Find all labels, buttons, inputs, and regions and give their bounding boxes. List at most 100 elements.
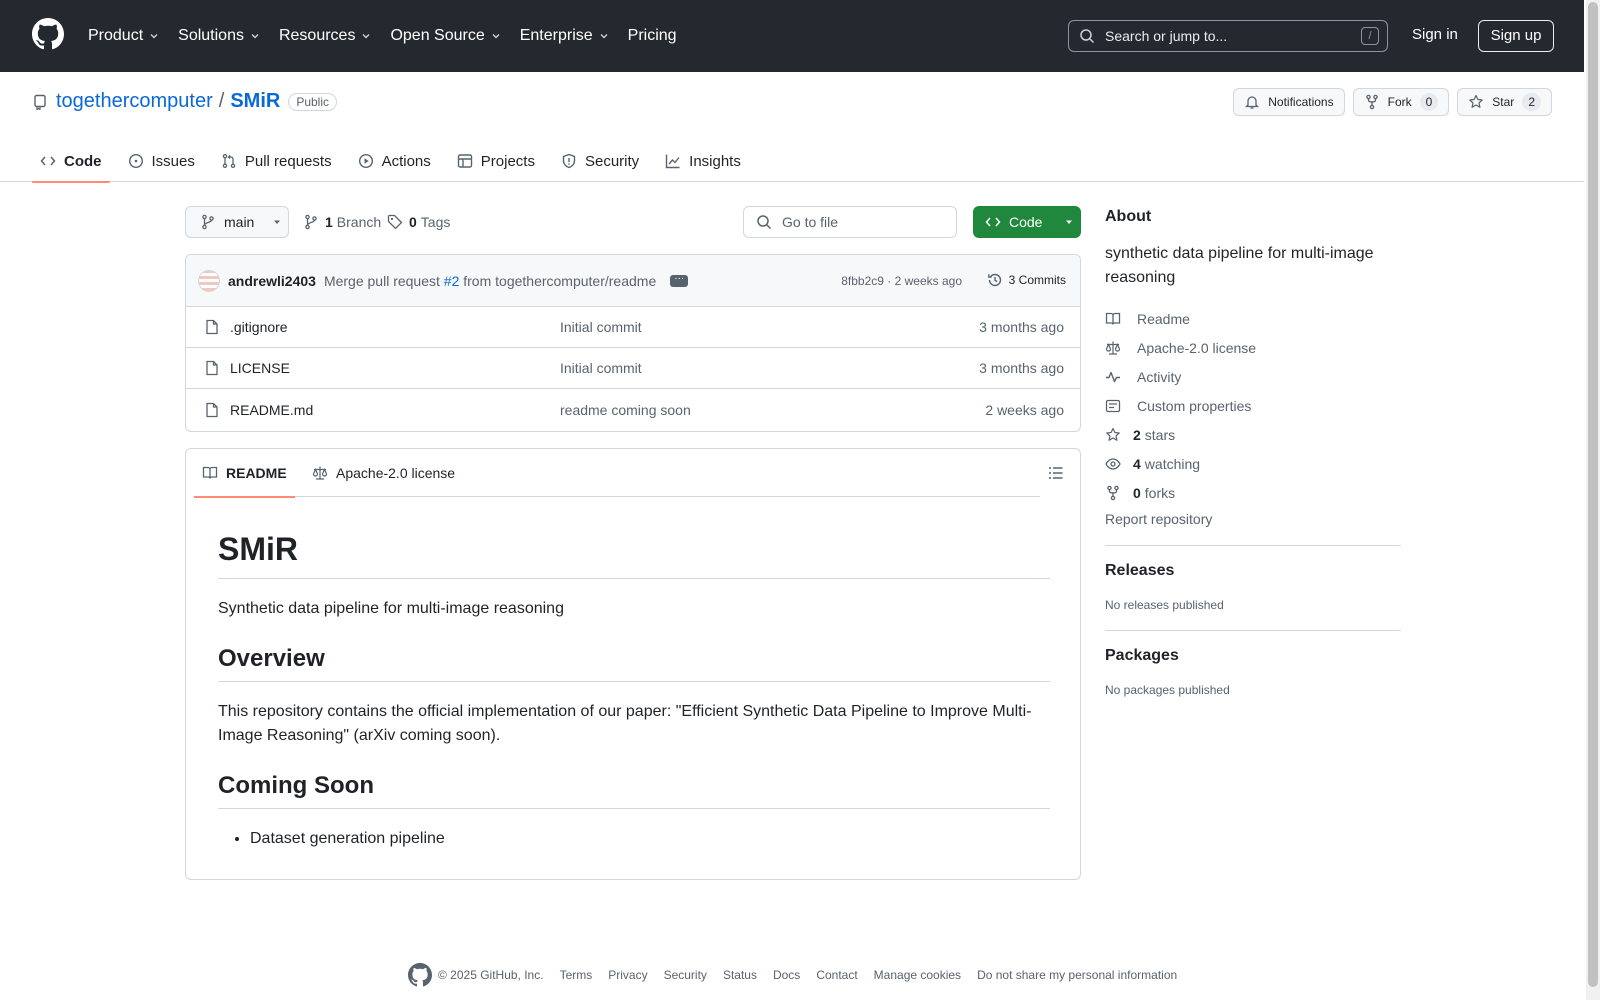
file-icon <box>206 360 218 376</box>
go-to-file-input[interactable]: Go to file <box>743 206 957 238</box>
tab-label: Pull requests <box>244 152 332 170</box>
file-commit-message[interactable]: readme coming soon <box>560 402 691 418</box>
scrollbar-thumb[interactable] <box>1588 2 1598 987</box>
link-text: Custom properties <box>1137 397 1252 414</box>
file-name-link[interactable]: LICENSE <box>230 360 290 376</box>
footer-link-do-not-share[interactable]: Do not share my personal information <box>977 968 1177 982</box>
footer-link-terms[interactable]: Terms <box>560 968 593 982</box>
fork-button[interactable]: Fork 0 <box>1352 88 1450 116</box>
branch-icon <box>202 214 214 230</box>
footer-link-security[interactable]: Security <box>664 968 707 982</box>
tab-readme[interactable]: README <box>194 449 295 498</box>
outline-list-icon[interactable] <box>1048 465 1064 481</box>
branches-link[interactable]: 1 Branch <box>303 214 381 230</box>
tab-label: Issues <box>151 152 195 170</box>
tab-label: Insights <box>689 152 741 170</box>
file-row[interactable]: LICENSE Initial commit 3 months ago <box>186 348 1080 389</box>
nav-open-source[interactable]: Open Source <box>390 27 501 45</box>
tab-issues[interactable]: Issues <box>120 140 203 182</box>
star-count: 2 <box>1522 93 1541 111</box>
footer-link-docs[interactable]: Docs <box>773 968 800 982</box>
file-commit-message[interactable]: Initial commit <box>560 360 642 376</box>
link-text: Activity <box>1137 368 1182 385</box>
notifications-button[interactable]: Notifications <box>1233 88 1345 116</box>
link-text: stars <box>1144 426 1176 443</box>
tab-actions[interactable]: Actions <box>350 140 439 182</box>
nav-pricing[interactable]: Pricing <box>628 27 677 45</box>
readme-intro: Synthetic data pipeline for multi-image … <box>218 600 564 617</box>
readme-heading-overview: Overview <box>218 645 1050 682</box>
nav-enterprise[interactable]: Enterprise <box>520 27 610 45</box>
tab-security[interactable]: Security <box>553 140 647 182</box>
readme-coming-list: Dataset generation pipeline <box>250 827 1050 851</box>
report-repository-link[interactable]: Report repository <box>1105 511 1401 527</box>
tab-license[interactable]: Apache-2.0 license <box>304 449 463 497</box>
tab-label: Security <box>584 152 640 170</box>
divider <box>1105 630 1401 631</box>
footer-link-privacy[interactable]: Privacy <box>608 968 647 982</box>
stars-link[interactable]: 2 stars <box>1105 420 1401 449</box>
tab-projects[interactable]: Projects <box>449 140 543 182</box>
nav-label: Enterprise <box>519 27 593 44</box>
tag-count-label: Tags <box>420 214 451 230</box>
avatar[interactable] <box>198 269 220 292</box>
chevron-down-icon <box>251 34 259 39</box>
about-sidebar: About synthetic data pipeline for multi-… <box>1105 208 1401 697</box>
search-shortcut-hint: / <box>1361 27 1379 45</box>
tab-label: README <box>226 465 287 481</box>
custom-properties-link[interactable]: Custom properties <box>1105 391 1401 420</box>
pull-request-icon <box>222 153 236 169</box>
forks-link[interactable]: 0 forks <box>1105 478 1401 507</box>
github-logo-icon[interactable] <box>32 18 64 50</box>
commit-message-prefix[interactable]: Merge pull request <box>324 273 440 289</box>
star-icon <box>1106 427 1120 441</box>
commit-message-suffix[interactable]: from togethercomputer/readme <box>463 273 656 289</box>
expand-commit-message-button[interactable]: ··· <box>670 273 689 287</box>
tags-link[interactable]: 0 Tags <box>387 214 450 230</box>
commits-history-link[interactable]: 3 Commits <box>987 272 1066 288</box>
tab-code[interactable]: Code <box>32 140 110 183</box>
commit-hash-time[interactable]: 8fbb2c9 · 2 weeks ago <box>841 274 962 288</box>
nav-solutions[interactable]: Solutions <box>178 27 261 45</box>
file-name-link[interactable]: README.md <box>230 402 313 418</box>
link-text: Readme <box>1137 310 1190 327</box>
repo-owner-link[interactable]: togethercomputer <box>56 90 213 113</box>
star-label: Star <box>1492 95 1515 109</box>
star-button[interactable]: Star 2 <box>1457 88 1552 116</box>
watchers-link[interactable]: 4 watching <box>1105 449 1401 478</box>
tab-pull-requests[interactable]: Pull requests <box>213 140 340 182</box>
releases-heading[interactable]: Releases <box>1105 562 1401 580</box>
history-icon <box>987 273 1001 287</box>
footer-link-contact[interactable]: Contact <box>816 968 857 982</box>
sign-in-link[interactable]: Sign in <box>1412 26 1458 43</box>
readme-link[interactable]: Readme <box>1105 304 1401 333</box>
footer-link-status[interactable]: Status <box>723 968 757 982</box>
link-label: 4 watching <box>1133 456 1200 472</box>
file-row[interactable]: .gitignore Initial commit 3 months ago <box>186 307 1080 348</box>
visibility-badge: Public <box>288 92 338 111</box>
code-download-button[interactable]: Code <box>973 206 1081 238</box>
repo-name-link[interactable]: SMiR <box>230 90 280 113</box>
pull-request-link[interactable]: #2 <box>444 273 460 289</box>
nav-resources[interactable]: Resources <box>279 27 372 45</box>
file-commit-message[interactable]: Initial commit <box>560 319 642 335</box>
global-search-input[interactable]: Search or jump to... / <box>1068 20 1388 52</box>
activity-link[interactable]: Activity <box>1105 362 1401 391</box>
commit-author-link[interactable]: andrewli2403 <box>228 273 316 289</box>
readme-tabs: README Apache-2.0 license <box>194 449 1040 498</box>
page-scrollbar[interactable] <box>1586 0 1600 1000</box>
license-link[interactable]: Apache-2.0 license <box>1105 333 1401 362</box>
nav-product[interactable]: Product <box>88 27 160 45</box>
repo-title: togethercomputer / SMiR Public <box>32 90 338 113</box>
packages-heading[interactable]: Packages <box>1105 647 1401 665</box>
readme-panel: README Apache-2.0 license SMiR Synthetic… <box>185 448 1081 880</box>
footer-link-manage-cookies[interactable]: Manage cookies <box>874 968 961 982</box>
branch-select-button[interactable]: main <box>185 206 289 238</box>
sign-up-button[interactable]: Sign up <box>1478 20 1554 52</box>
file-name-link[interactable]: .gitignore <box>230 319 288 335</box>
file-row[interactable]: README.md readme coming soon 2 weeks ago <box>186 389 1080 430</box>
github-mark-icon[interactable] <box>408 963 432 987</box>
about-heading: About <box>1105 208 1152 225</box>
copyright: © 2025 GitHub, Inc. <box>438 968 544 982</box>
tab-insights[interactable]: Insights <box>657 140 749 182</box>
